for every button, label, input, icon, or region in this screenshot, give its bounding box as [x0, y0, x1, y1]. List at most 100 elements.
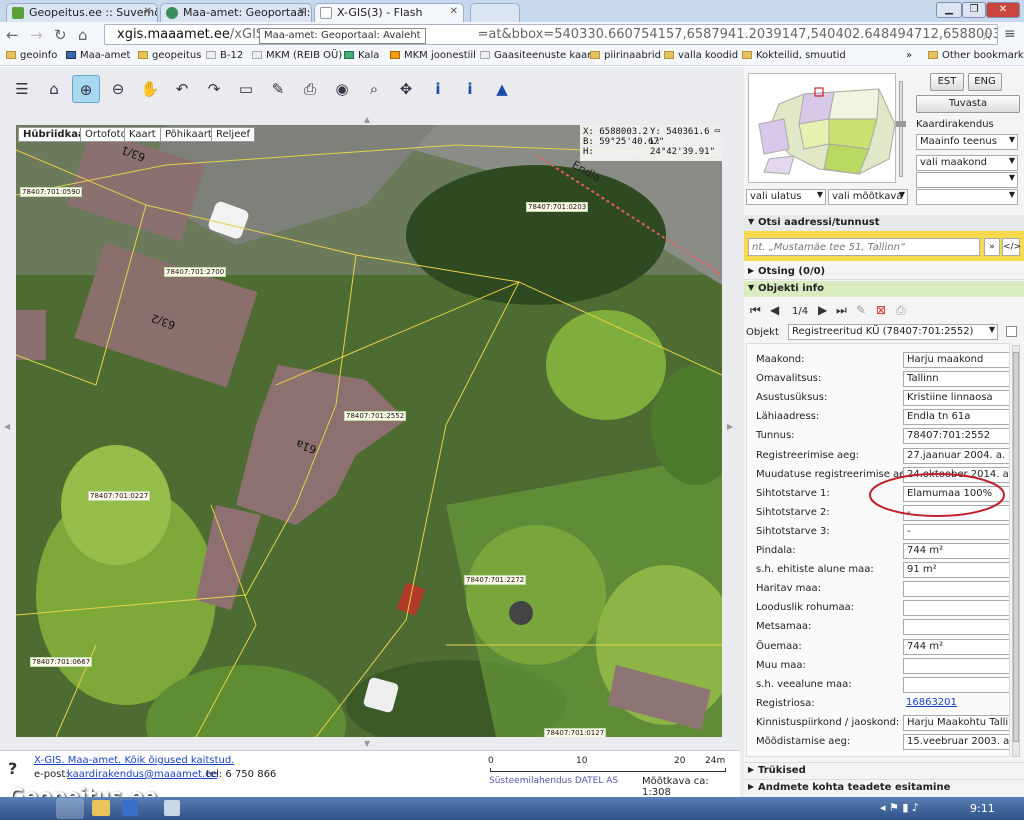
field-label: Looduslik rohumaa:: [756, 602, 855, 614]
tab-geopeitus[interactable]: Geopeitus.ee :: Suvemõis ✕: [6, 3, 158, 22]
register-link[interactable]: 16863201: [903, 696, 1009, 712]
folder-icon: [6, 51, 16, 59]
bookmark-item[interactable]: MKM (REIB OÜ): [252, 50, 342, 61]
bookmark-item[interactable]: Gaasiteenuste kaart: [480, 50, 595, 61]
info-tool[interactable]: i: [424, 75, 452, 103]
last-page-icon[interactable]: ⏭: [836, 303, 847, 318]
object-select[interactable]: Registreeritud KÜ (78407:701:2552) ▼: [788, 324, 998, 340]
home-tool[interactable]: ⌂: [40, 75, 68, 103]
report-tool[interactable]: ▲: [488, 75, 516, 103]
collapse-top-icon[interactable]: ▲: [364, 115, 370, 124]
clear-icon[interactable]: ⊠: [876, 303, 886, 317]
collapse-bottom-icon[interactable]: ▼: [364, 739, 370, 748]
overview-zoom-slider[interactable]: [896, 75, 906, 185]
tray-icons[interactable]: ◂ ⚑ ▮ ♪: [880, 801, 919, 814]
legend-tool[interactable]: ☰: [8, 75, 36, 103]
tab-xgis[interactable]: X-GIS(3) - Flash ✕: [314, 3, 464, 22]
app-taskbar-icon[interactable]: [122, 800, 138, 816]
field-label: Tunnus:: [756, 430, 795, 442]
prev-page-icon[interactable]: ◀: [770, 303, 779, 317]
help-icon[interactable]: ?: [8, 759, 17, 778]
attribute-scrollbar[interactable]: [1012, 345, 1020, 757]
field-label: s.h. ehitiste alune maa:: [756, 564, 874, 576]
meta-info-tool[interactable]: i: [456, 75, 484, 103]
bookmark-item[interactable]: Kokteilid, smuutid: [742, 50, 846, 61]
address-search-input[interactable]: [748, 238, 980, 256]
section-object-info[interactable]: ▼ Objekti info: [744, 281, 1024, 297]
app-select[interactable]: Maainfo teenus ▼: [916, 134, 1018, 150]
section-address-search[interactable]: ▼ Otsi aadressi/tunnust: [744, 215, 1024, 231]
bookmark-item[interactable]: B-12: [206, 50, 243, 61]
lang-eng-button[interactable]: ENG: [968, 73, 1002, 91]
email-link[interactable]: kaardirakendus@maaamet.ee: [67, 769, 217, 780]
tab-maa-amet[interactable]: Maa-amet: Geoportaal: Av ✕: [160, 3, 312, 22]
undo-tool[interactable]: ↶: [168, 75, 196, 103]
map-view[interactable]: Hübriidkaart Ortofoto Kaart Põhikaart Re…: [16, 125, 722, 737]
section-prints[interactable]: ▶ Trükised: [744, 762, 1024, 778]
map-tab-relief[interactable]: Reljeef: [211, 127, 256, 142]
municipality-select[interactable]: ▼: [916, 172, 1018, 188]
first-page-icon[interactable]: ⏮: [750, 303, 761, 318]
close-icon[interactable]: ✕: [144, 6, 152, 17]
home-icon[interactable]: ⌂: [78, 26, 88, 44]
clock: 9:11: [970, 802, 995, 815]
bookmark-star-icon[interactable]: ☆: [980, 26, 993, 44]
app-taskbar-icon[interactable]: [164, 800, 180, 816]
collapse-right-icon[interactable]: ▶: [727, 422, 733, 431]
zoom-in-tool[interactable]: ⊕: [72, 75, 100, 103]
explorer-taskbar-icon[interactable]: [92, 800, 110, 816]
bookmark-item[interactable]: Kala: [344, 50, 379, 61]
draw-tool[interactable]: ✎: [264, 75, 292, 103]
edit-icon[interactable]: ✎: [856, 303, 866, 317]
bookmark-item[interactable]: geopeitus: [138, 50, 201, 61]
bookmark-item[interactable]: Maa-amet: [66, 50, 130, 61]
bookmark-item[interactable]: valla koodid: [664, 50, 738, 61]
county-select[interactable]: vali maakond ▼: [916, 155, 1018, 171]
code-icon[interactable]: </>: [1002, 238, 1021, 256]
close-icon[interactable]: ✕: [298, 6, 306, 17]
bookmark-item[interactable]: MKM joonestiil: [390, 50, 476, 61]
expand-icon[interactable]: »: [984, 238, 1000, 256]
map-tab-basemap[interactable]: Põhikaart: [160, 127, 217, 142]
bookmark-item[interactable]: geoinfo: [6, 50, 57, 61]
map-tab-map[interactable]: Kaart: [124, 127, 161, 142]
print-icon[interactable]: ⎙: [896, 303, 906, 318]
settlement-select[interactable]: ▼: [916, 189, 1018, 205]
zoom-out-tool[interactable]: ⊖: [104, 75, 132, 103]
print-tool[interactable]: ⎙: [296, 75, 324, 103]
object-checkbox[interactable]: [1006, 326, 1017, 337]
collapse-left-icon[interactable]: ◀: [4, 422, 10, 431]
back-icon[interactable]: ←: [6, 26, 19, 44]
maximize-button[interactable]: ❐: [962, 2, 986, 18]
new-tab-button[interactable]: [470, 3, 520, 22]
reload-icon[interactable]: ↻: [54, 26, 67, 44]
minimize-button[interactable]: ▁: [936, 2, 962, 18]
bookmark-item[interactable]: piirinaabrid: [590, 50, 661, 61]
overview-map[interactable]: [748, 73, 896, 183]
copyright-link[interactable]: X-GIS. Maa-amet. Kõik õigused kaitstud.: [34, 755, 234, 766]
forward-icon[interactable]: →: [30, 26, 43, 44]
window-icon[interactable]: ▭: [715, 126, 720, 136]
scale-select[interactable]: vali mõõtkava ▼: [828, 189, 908, 205]
estonia-overview-map: [758, 87, 895, 175]
next-page-icon[interactable]: ▶: [818, 303, 827, 317]
camera-tool[interactable]: ◉: [328, 75, 356, 103]
measure-tool[interactable]: ▭: [232, 75, 260, 103]
menu-icon[interactable]: ≡: [1004, 26, 1016, 42]
chrome-taskbar-icon[interactable]: [56, 798, 84, 819]
address-bar[interactable]: xgis.maaamet.ee/xGIS/XG=at&bbox=540330.6…: [104, 24, 998, 45]
extent-select[interactable]: vali ulatus ▼: [746, 189, 826, 205]
refresh-button[interactable]: Tuvasta: [916, 95, 1020, 113]
coordinate-tool[interactable]: ✥: [392, 75, 420, 103]
field-label: Registreerimise aeg:: [756, 449, 860, 461]
bookmarks-overflow-icon[interactable]: »: [906, 50, 912, 61]
other-bookmarks[interactable]: Other bookmarks: [928, 50, 1024, 61]
redo-tool[interactable]: ↷: [200, 75, 228, 103]
window-close-button[interactable]: ✕: [986, 2, 1020, 18]
section-report[interactable]: ▶ Andmete kohta teadete esitamine: [744, 779, 1024, 795]
search-tool[interactable]: ⌕: [360, 75, 388, 103]
pan-tool[interactable]: ✋: [136, 75, 164, 103]
lang-est-button[interactable]: EST: [930, 73, 964, 91]
close-icon[interactable]: ✕: [450, 6, 458, 17]
section-search[interactable]: ▶ Otsing (0/0): [744, 264, 1024, 280]
